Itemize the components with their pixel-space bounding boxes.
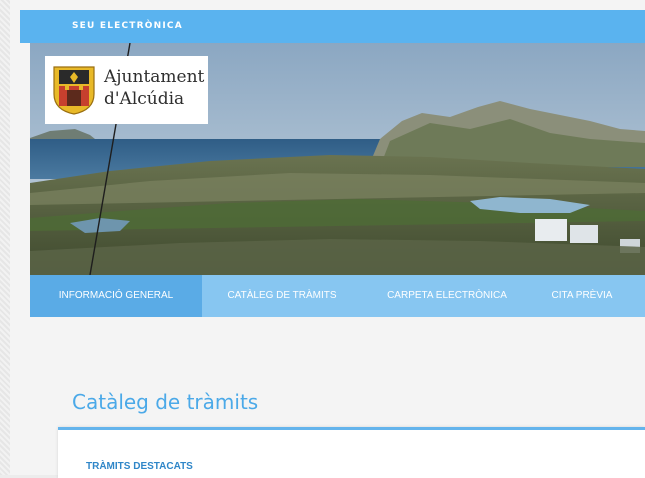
top-bar: SEU ELECTRÒNICA	[20, 10, 645, 43]
site-label[interactable]: SEU ELECTRÒNICA	[72, 21, 183, 31]
nav-cataleg-tramits[interactable]: CATÀLEG DE TRÀMITS	[202, 275, 362, 317]
nav-informacio-general[interactable]: INFORMACIÓ GENERAL	[30, 275, 202, 317]
logo-line-2: d'Alcúdia	[104, 89, 185, 109]
nav-carpeta-electronica[interactable]: CARPETA ELECTRÒNICA	[362, 275, 532, 317]
card-heading: TRÀMITS DESTACATS	[86, 461, 193, 472]
featured-procedures-card: TRÀMITS DESTACATS	[58, 427, 645, 478]
municipal-logo[interactable]: Ajuntament d'Alcúdia	[45, 56, 208, 124]
logo-line-1: Ajuntament	[104, 67, 205, 87]
nav-cita-previa[interactable]: CITA PRÈVIA	[532, 275, 632, 317]
page-edge-strip	[0, 0, 10, 475]
logo-text: Ajuntament d'Alcúdia	[104, 66, 204, 110]
header-banner: Ajuntament d'Alcúdia	[30, 43, 645, 275]
page-title: Catàleg de tràmits	[72, 390, 259, 414]
coat-of-arms-icon	[53, 66, 95, 115]
main-nav: INFORMACIÓ GENERAL CATÀLEG DE TRÀMITS CA…	[30, 275, 645, 317]
